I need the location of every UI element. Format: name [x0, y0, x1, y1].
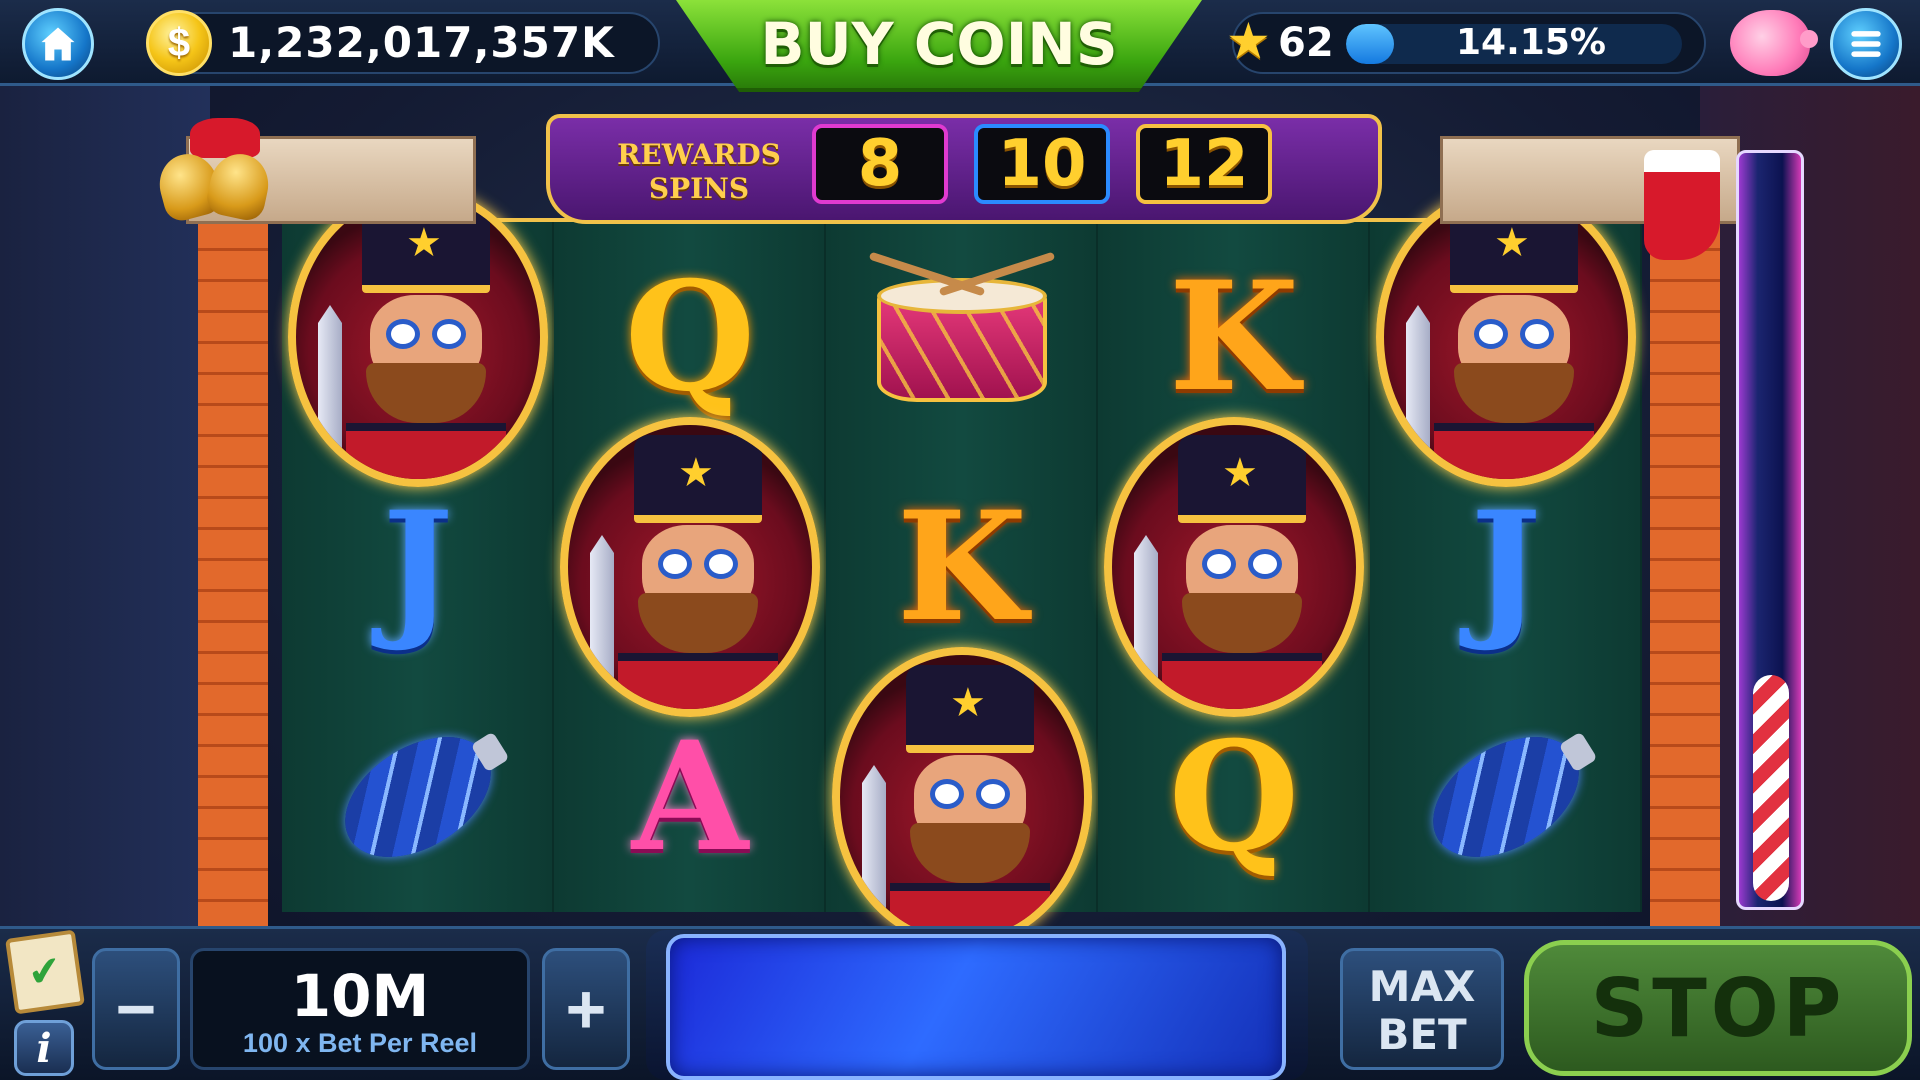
menu-button[interactable] [1830, 8, 1902, 80]
nutcracker-symbol [1370, 187, 1642, 487]
nutcracker-symbol [1098, 417, 1370, 717]
piggy-bank-icon[interactable] [1730, 10, 1818, 76]
stop-button[interactable]: STOP [1524, 940, 1912, 1076]
max-bet-label-line1: MAX [1368, 962, 1476, 1011]
hamburger-menu-icon [1851, 31, 1881, 57]
home-icon [41, 27, 75, 61]
letter-symbol-q: Q [1098, 682, 1370, 912]
drum-icon [867, 251, 1057, 422]
nutcracker-symbol [554, 417, 826, 717]
symbol-j: J [382, 479, 454, 655]
xp-percent: 14.15% [1456, 22, 1606, 63]
max-bet-label-line2: BET [1377, 1010, 1467, 1059]
bonus-meter-fill [1753, 674, 1789, 901]
reel-5: J [1370, 187, 1642, 912]
nutcracker-icon [288, 187, 548, 487]
reel-2: QA [554, 222, 826, 912]
coin-icon: $ [146, 10, 212, 76]
brick-pillar-left [198, 190, 268, 930]
symbol-k: K [896, 479, 1028, 655]
nutcracker-icon [1376, 187, 1636, 487]
brick-pillar-right [1650, 190, 1720, 930]
reel-3: K [826, 222, 1098, 947]
rewards-spins-option-2[interactable]: 10 [974, 124, 1110, 204]
letter-symbol-j: J [1370, 452, 1642, 682]
nutcracker-icon [832, 647, 1092, 947]
xp-progress-fill [1346, 24, 1394, 64]
bet-value: 10M [290, 962, 430, 1030]
symbol-q: Q [624, 249, 756, 425]
rewards-spins-label: REWARDS SPINS [604, 138, 794, 206]
letter-symbol-a: A [554, 682, 826, 912]
christmas-bells-icon [150, 118, 290, 228]
symbol-j: J [1470, 479, 1542, 655]
home-button[interactable] [22, 8, 94, 80]
bonus-progress-meter [1736, 150, 1804, 910]
ornament-icon [323, 712, 513, 882]
ornament-symbol [282, 682, 554, 912]
symbol-k: K [1168, 249, 1300, 425]
nutcracker-icon [560, 417, 820, 717]
symbol-a: A [631, 709, 749, 885]
info-button[interactable]: i [14, 1020, 74, 1076]
nutcracker-icon [1104, 417, 1364, 717]
drum-symbol [826, 222, 1098, 452]
spin-button[interactable] [666, 934, 1286, 1080]
star-icon: ★ [1226, 13, 1271, 69]
bet-per-reel-label: 100 x Bet Per Reel [242, 1028, 478, 1058]
symbol-q: Q [1168, 709, 1300, 885]
nutcracker-symbol [282, 187, 554, 487]
rewards-label-line1: REWARDS [617, 138, 781, 171]
ornament-icon [1411, 712, 1601, 882]
reel-4: KQ [1098, 222, 1370, 912]
decrease-bet-button[interactable]: − [92, 948, 180, 1070]
reel-1: J [282, 187, 554, 912]
player-level: 62 [1278, 20, 1334, 66]
rewards-spins-option-1[interactable]: 8 [812, 124, 948, 204]
rewards-label-line2: SPINS [648, 172, 750, 205]
letter-symbol-j: J [282, 452, 554, 682]
coin-balance: 1,232,017,357K [228, 18, 615, 67]
increase-bet-button[interactable]: + [542, 948, 630, 1070]
max-bet-button[interactable]: MAX BET [1340, 948, 1504, 1070]
missions-clipboard-icon[interactable] [5, 929, 85, 1015]
buy-coins-button[interactable]: BUY COINS [676, 0, 1202, 92]
buy-coins-label: BUY COINS [760, 10, 1118, 78]
ornament-symbol [1370, 682, 1642, 912]
reels-area: JQAKKQJ [282, 187, 1642, 947]
nutcracker-symbol [826, 647, 1098, 947]
christmas-stocking-icon [1644, 150, 1720, 260]
rewards-spins-option-3[interactable]: 12 [1136, 124, 1272, 204]
